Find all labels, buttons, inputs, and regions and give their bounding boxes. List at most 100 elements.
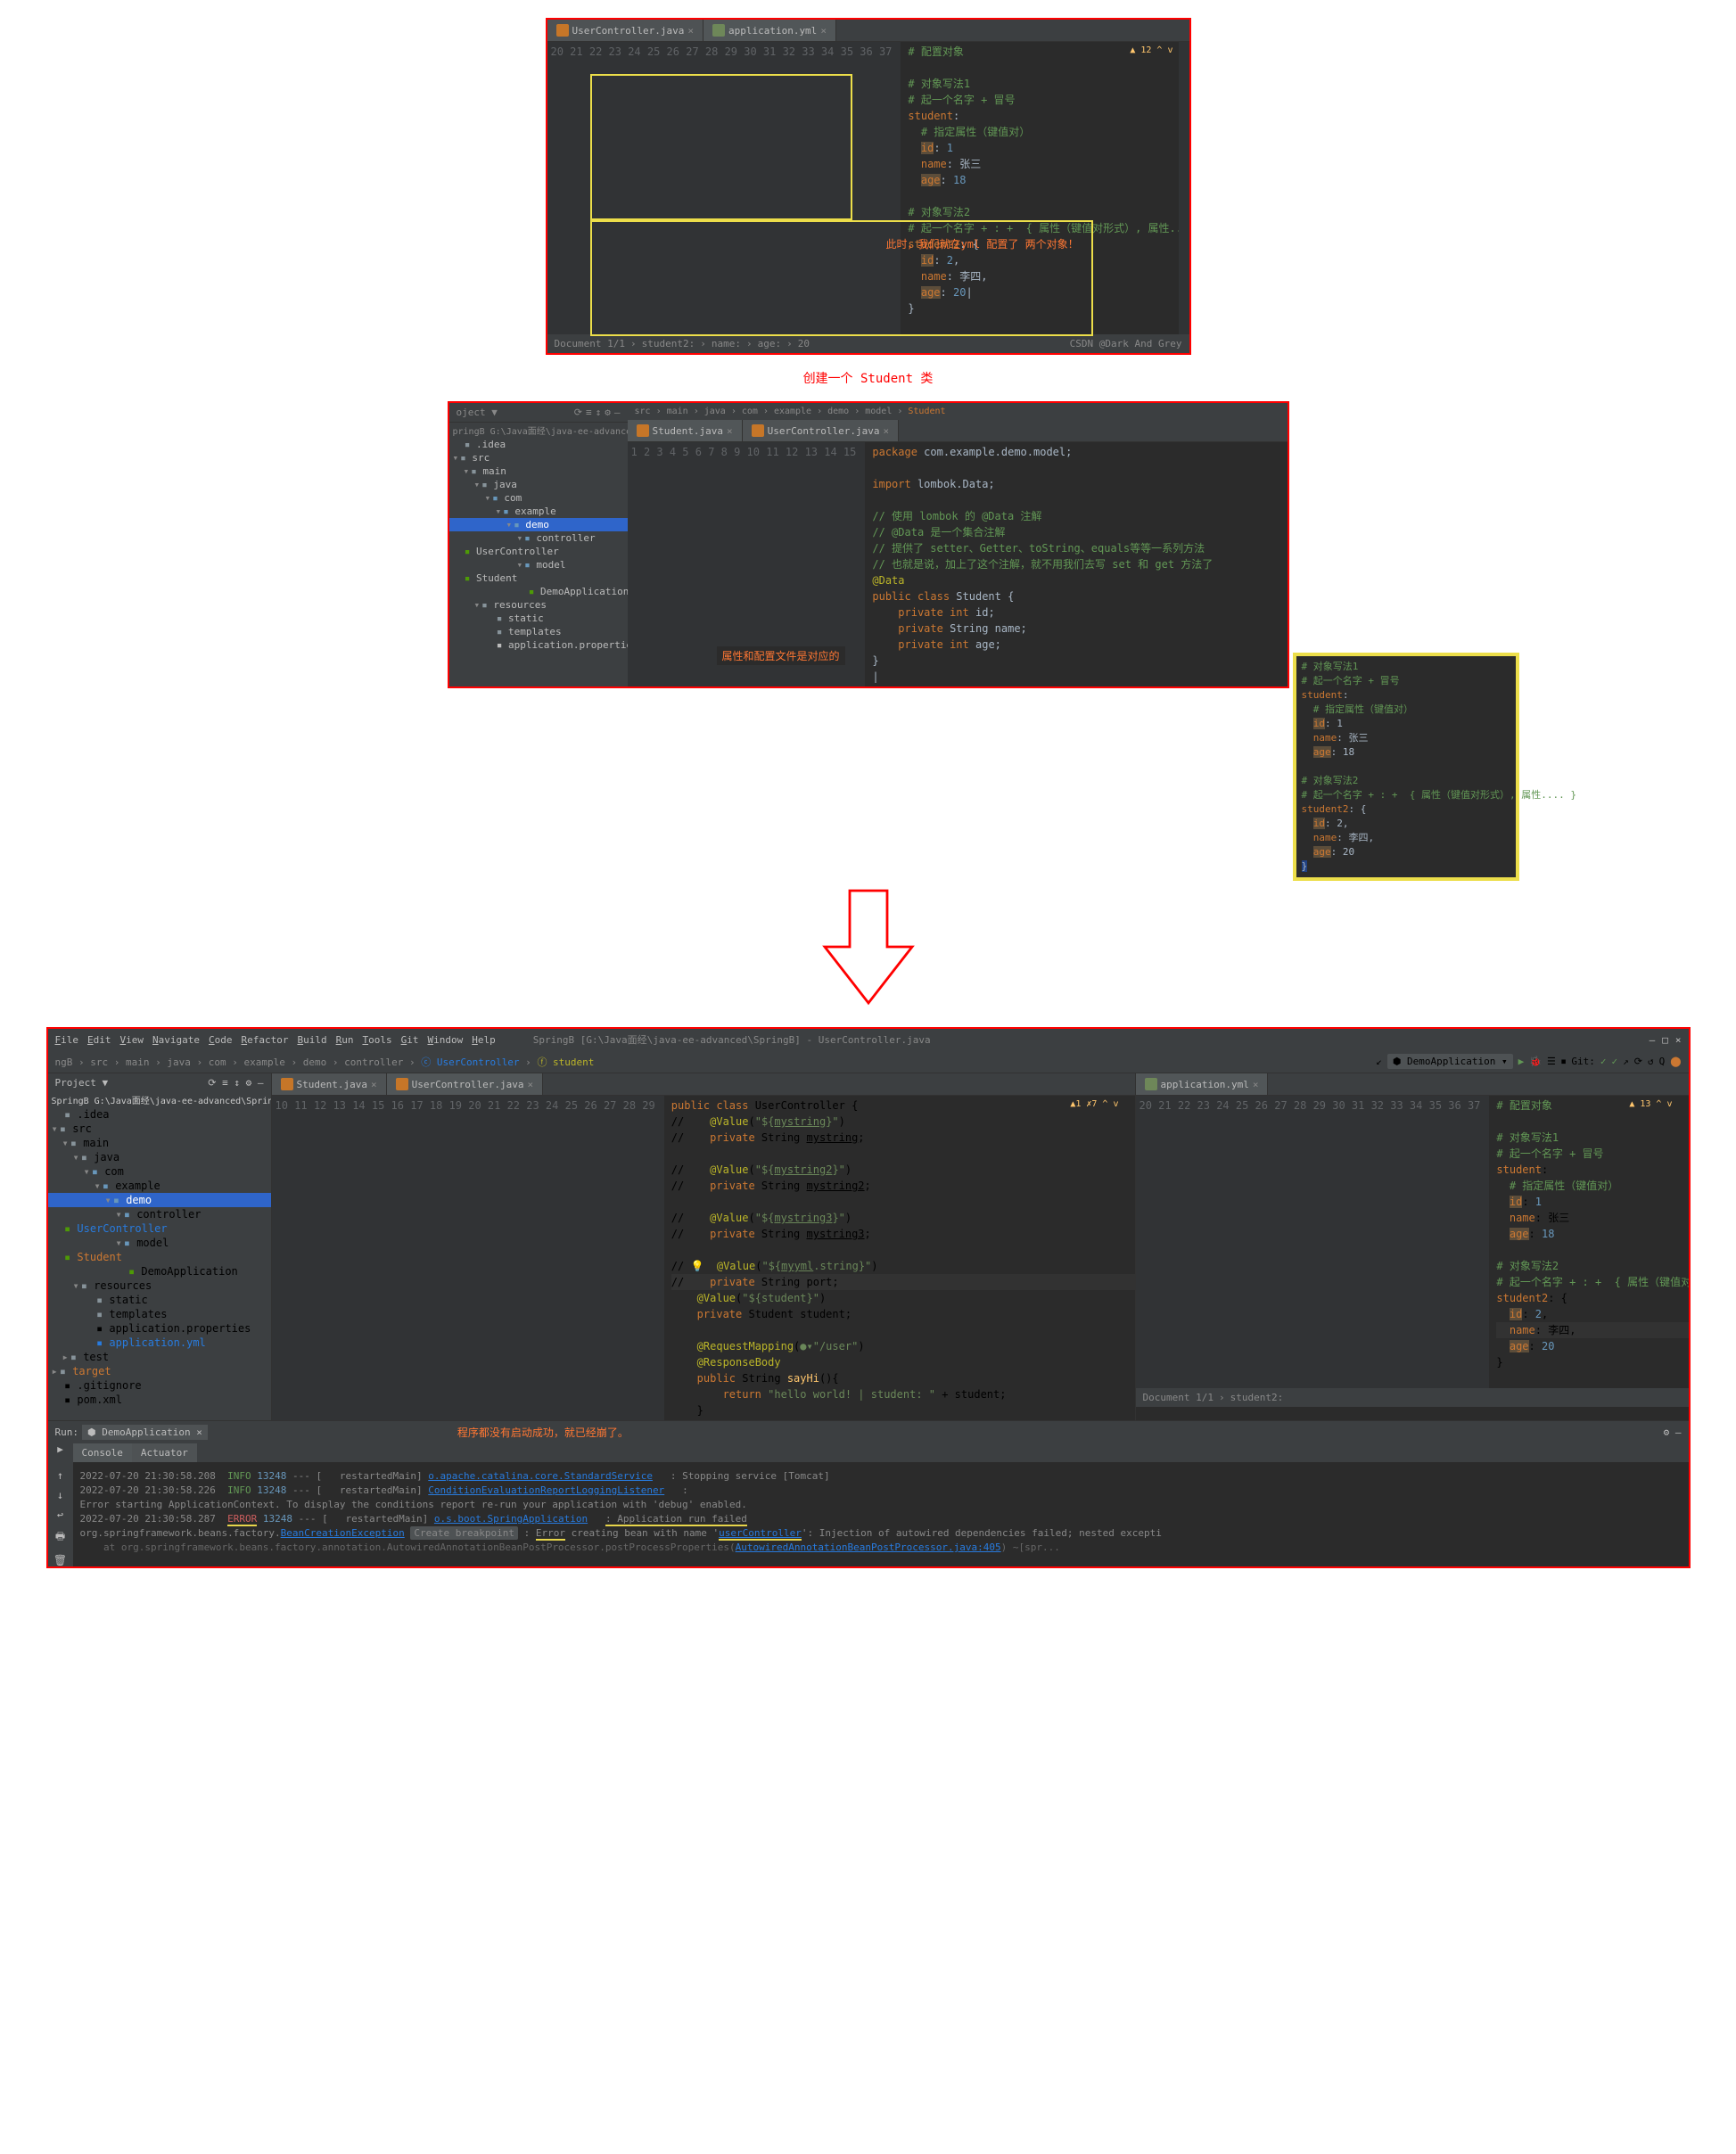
wrap-icon[interactable]: ↩ (57, 1509, 63, 1521)
code-editor[interactable]: 10 11 12 13 14 15 16 17 18 19 20 21 22 2… (272, 1096, 1135, 1420)
tree-item[interactable]: ▪ DemoApplication (449, 585, 628, 598)
gear-icon[interactable]: ⚙ (605, 407, 611, 418)
tree-item[interactable]: ▾▪ main (449, 465, 628, 478)
console-tab[interactable]: Console (73, 1443, 132, 1462)
git-update-icon[interactable]: ✓ (1600, 1056, 1607, 1067)
tree-item[interactable]: ▾▪ example (48, 1179, 271, 1193)
run-config-selector[interactable]: ⬢ DemoApplication ▾ (1387, 1054, 1513, 1069)
menu-item[interactable]: Window (427, 1034, 463, 1046)
close-icon[interactable]: × (1253, 1079, 1259, 1090)
tree-item[interactable]: ▾▪ src (48, 1122, 271, 1136)
warnings-badge[interactable]: ▲ 12 ^ v (1130, 45, 1172, 55)
menu-item[interactable]: File (55, 1034, 79, 1046)
right-breadcrumb[interactable]: Document 1/1›student2: (1136, 1388, 1689, 1407)
tree-item[interactable]: ▾▪ demo (48, 1193, 271, 1207)
console-output[interactable]: 2022-07-20 21:30:58.208 INFO 13248 --- [… (73, 1462, 1689, 1566)
rerun-button[interactable]: ▶ (48, 1443, 73, 1462)
tree-item[interactable]: ▪ .gitignore (48, 1378, 271, 1393)
breadcrumb[interactable]: Document 1/1›student2:›name:›age:›20 CSD… (547, 334, 1189, 353)
tree-item[interactable]: ▾▪ example (449, 505, 628, 518)
down-icon[interactable]: ↓ (57, 1489, 63, 1501)
tab-student[interactable]: Student.java× (628, 420, 743, 441)
tree-item[interactable]: ▪ UserController (48, 1221, 271, 1236)
tree-item[interactable]: ▾▪ model (48, 1236, 271, 1250)
tree-item[interactable]: ▾▪ java (48, 1150, 271, 1164)
tree-item[interactable]: ▾▪ controller (48, 1207, 271, 1221)
build-icon[interactable]: ↙ (1376, 1056, 1382, 1067)
tree-item[interactable]: ▪ templates (449, 625, 628, 638)
menu-item[interactable]: Git (401, 1034, 419, 1046)
menu-item[interactable]: Edit (87, 1034, 111, 1046)
git-rollback-icon[interactable]: ↺ (1648, 1056, 1654, 1067)
git-push-icon[interactable]: ↗ (1623, 1056, 1629, 1067)
tree-item[interactable]: ▾▪ src (449, 451, 628, 465)
tree-item[interactable]: ▾▪ com (48, 1164, 271, 1179)
tree-item[interactable]: ▪ templates (48, 1307, 271, 1321)
code-area[interactable]: # 配置对象 # 对象写法1# 起一个名字 + 冒号student: # 指定属… (901, 42, 1178, 334)
tab-usercontroller[interactable]: UserController.java× (743, 420, 899, 441)
close-icon[interactable]: × (727, 425, 733, 437)
trash-icon[interactable]: 🗑 (53, 1554, 67, 1566)
close-icon[interactable]: × (1675, 1034, 1682, 1046)
maximize-icon[interactable]: □ (1662, 1034, 1668, 1046)
tree-item[interactable]: ▸▪ target (48, 1364, 271, 1378)
git-commit-icon[interactable]: ✓ (1611, 1056, 1617, 1067)
event-icon[interactable]: ⬤ (1670, 1056, 1681, 1067)
project-header[interactable]: Project ▼⟳ ≡ ↕ ⚙ — (48, 1073, 271, 1092)
tree-item[interactable]: ▾▪ resources (449, 598, 628, 612)
search-icon[interactable]: Q (1659, 1056, 1666, 1067)
up-icon[interactable]: ↑ (57, 1469, 63, 1482)
menu-bar[interactable]: FileEditViewNavigateCodeRefactorBuildRun… (48, 1029, 1689, 1050)
actuator-tab[interactable]: Actuator (132, 1443, 197, 1462)
project-root[interactable]: SpringB G:\Java面经\java-ee-advanced\Sprin… (48, 1092, 271, 1107)
tree-item[interactable]: ▾▪ model (449, 558, 628, 571)
menu-item[interactable]: Build (297, 1034, 326, 1046)
code-area[interactable]: public class UserController {// @Value("… (664, 1096, 1135, 1420)
tree-item[interactable]: ▾▪ main (48, 1136, 271, 1150)
coverage-button[interactable]: ☰ (1547, 1056, 1556, 1067)
file-breadcrumb[interactable]: src›main›java›com›example›demo›model›Stu… (628, 403, 1288, 420)
tree-item[interactable]: ▾▪ controller (449, 531, 628, 545)
tree-item[interactable]: ▾▪ demo (449, 518, 628, 531)
menu-item[interactable]: Code (209, 1034, 233, 1046)
close-icon[interactable]: × (371, 1079, 377, 1090)
tree-item[interactable]: ▪ DemoApplication (48, 1264, 271, 1278)
filter-icon[interactable]: ≡ (586, 407, 592, 418)
code-area[interactable]: package com.example.demo.model; import l… (865, 442, 1287, 686)
menu-item[interactable]: Tools (362, 1034, 391, 1046)
tree-item[interactable]: ▾▪ resources (48, 1278, 271, 1293)
gear-icon[interactable]: ⚙ — (1664, 1426, 1682, 1438)
debug-button[interactable]: 🐞 (1529, 1056, 1542, 1067)
close-icon[interactable]: × (820, 25, 827, 37)
tree-item[interactable]: ▪ pom.xml (48, 1393, 271, 1407)
menu-item[interactable]: View (120, 1034, 144, 1046)
inspection-badge[interactable]: ▲1 ✗7 ^ v (1070, 1099, 1118, 1109)
minimize-icon[interactable]: — (1650, 1034, 1656, 1046)
tree-item[interactable]: ▸▪ test (48, 1350, 271, 1364)
run-tab[interactable]: ⬢ DemoApplication × (82, 1425, 208, 1440)
profile-button[interactable]: ⏹ (1561, 1056, 1567, 1068)
run-button[interactable]: ▶ (1518, 1056, 1525, 1067)
menu-item[interactable]: Navigate (152, 1034, 200, 1046)
collapse-icon[interactable]: ⟳ (574, 407, 582, 418)
tab-application-yml[interactable]: application.yml× (703, 20, 836, 41)
code-area[interactable]: # 配置对象 # 对象写法1# 起一个名字 + 冒号student: # 指定属… (1489, 1096, 1688, 1388)
sort-icon[interactable]: ↕ (596, 407, 602, 418)
tab-usercontroller[interactable]: UserController.java× (387, 1073, 543, 1095)
close-icon[interactable]: × (527, 1079, 533, 1090)
tree-item[interactable]: ▪ static (48, 1293, 271, 1307)
navigation-bar[interactable]: ngB › src › main › java › com › example … (48, 1050, 1689, 1073)
project-tree[interactable]: oject ▼ ⟳ ≡ ↕ ⚙ — pringB G:\Java面经\java-… (449, 403, 628, 686)
tree-item[interactable]: ▪ .idea (48, 1107, 271, 1122)
tab-student[interactable]: Student.java× (272, 1073, 387, 1095)
menu-item[interactable]: Refactor (241, 1034, 288, 1046)
code-editor[interactable]: 20 21 22 23 24 25 26 27 28 29 30 31 32 3… (1136, 1096, 1689, 1388)
tree-item[interactable]: ▪ UserController (449, 545, 628, 558)
hide-icon[interactable]: — (614, 407, 621, 418)
tree-item[interactable]: ▾▪ com (449, 491, 628, 505)
tab-usercontroller[interactable]: UserController.java× (547, 20, 703, 41)
tree-item[interactable]: ▪ application.properties (48, 1321, 271, 1336)
project-label[interactable]: oject ▼ (457, 407, 498, 418)
print-icon[interactable]: 🖶 (55, 1528, 65, 1547)
tree-item[interactable]: ▪ application.properties (449, 638, 628, 652)
